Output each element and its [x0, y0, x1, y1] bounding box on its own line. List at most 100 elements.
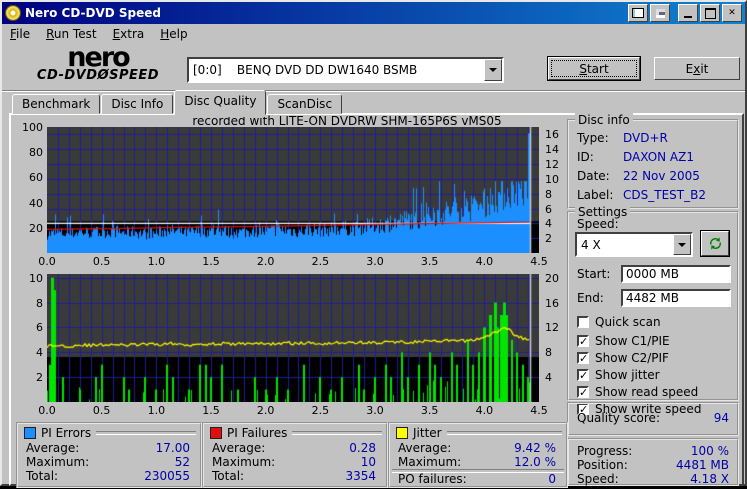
window-title: Nero CD-DVD Speed: [25, 6, 161, 20]
disc-label-label: Label:: [577, 188, 614, 202]
stat-value: 10: [360, 455, 376, 469]
tab-disc-info[interactable]: Disc Info: [101, 94, 174, 114]
chevron-down-icon: [678, 242, 686, 251]
axis-tick-label: 3.0: [366, 255, 384, 268]
checkbox-quick-scan[interactable]: ✓ Quick scan: [577, 315, 661, 329]
checkbox-box[interactable]: ✓: [577, 352, 589, 364]
drive-select[interactable]: [0:0] BENQ DVD DD DW1640 BSMB: [187, 57, 504, 83]
exit-button[interactable]: Ex it: [654, 57, 740, 80]
disc-id-value: DAXON AZ1: [623, 150, 694, 164]
stat-label: Total:: [26, 469, 59, 483]
disc-date-label: Date:: [577, 169, 610, 183]
stat-label: Average:: [398, 441, 452, 455]
speed-readout-value: 4.18 X: [690, 472, 729, 486]
stat-label: Maximum:: [26, 455, 90, 469]
checkbox-box[interactable]: ✓: [577, 335, 589, 347]
settings-group: Settings Speed: 4 X Start: 0000 MB End: …: [567, 205, 739, 416]
app-window: Nero CD-DVD Speed ✕ File Run Test Extra …: [0, 0, 747, 488]
axis-tick-label: 1.5: [202, 255, 220, 268]
save-icon-button[interactable]: [650, 4, 670, 22]
stat-label: Maximum:: [212, 455, 276, 469]
position-label: Position:: [577, 458, 628, 472]
quality-score-value: 94: [713, 411, 729, 425]
po-failures-value: 0: [548, 472, 556, 486]
checkbox-show-read-speed[interactable]: ✓ Show read speed: [577, 385, 698, 399]
menu-run-test[interactable]: Run Test: [38, 25, 104, 43]
checkbox-label: Show read speed: [595, 385, 699, 399]
stat-value: 52: [174, 455, 190, 469]
speed-readout-label: Speed:: [577, 472, 619, 486]
nero-logo: nero CD-DVDØSPEED: [18, 44, 178, 83]
speed-select-value: 4 X: [581, 237, 601, 252]
start-position-input[interactable]: 0000 MB: [621, 265, 731, 283]
po-failures-label: PO failures:: [398, 472, 467, 486]
checkbox-label: Quick scan: [595, 315, 661, 329]
speed-select-dropdown-button[interactable]: [673, 234, 691, 255]
disc-info-title: Disc info: [575, 113, 633, 127]
axis-tick-label: 4.0: [475, 255, 494, 268]
position-value: 4481 MB: [676, 458, 729, 472]
menu-file[interactable]: File: [2, 25, 38, 43]
chevron-down-icon: [489, 68, 497, 76]
stat-label: Maximum:: [398, 455, 462, 469]
app-cd-icon: [5, 5, 21, 21]
menu-help[interactable]: Help: [152, 25, 195, 43]
checkbox-box[interactable]: ✓: [577, 369, 589, 381]
axis-tick-label: 10: [29, 271, 43, 285]
disc-label-value: CDS_TEST_B2: [623, 188, 706, 202]
checkbox-box[interactable]: ✓: [577, 386, 589, 398]
header: nero CD-DVDØSPEED [0:0] BENQ DVD DD DW16…: [2, 44, 745, 91]
axis-tick-label: 2.0: [256, 404, 275, 417]
chart-title: recorded with LITE-ON DVDRW SHM-165P6S v…: [192, 114, 502, 128]
pif-left-axis: 10 8 6 4 2: [11, 271, 43, 402]
refresh-speeds-button[interactable]: [701, 231, 729, 256]
axis-tick-label: 1.5: [202, 404, 220, 417]
floppy-icon: [655, 8, 665, 18]
axis-tick-label: 4.5: [530, 255, 548, 268]
end-position-input[interactable]: 4482 MB: [621, 289, 731, 307]
stat-value: 3354: [345, 469, 376, 483]
jitter-legend-swatch: [396, 427, 408, 439]
menu-extra[interactable]: Extra: [105, 25, 153, 43]
stat-value: 0.28: [349, 441, 376, 455]
start-button[interactable]: Start: [548, 57, 640, 80]
axis-tick-label: 4.0: [475, 404, 494, 417]
maximize-button[interactable]: [700, 4, 720, 22]
tab-scandisc[interactable]: ScanDisc: [267, 94, 343, 114]
titlebar: Nero CD-DVD Speed ✕: [2, 2, 745, 24]
axis-tick-label: 40: [29, 196, 43, 210]
stat-value: 12.0 %: [514, 455, 556, 469]
report-icon-button[interactable]: [628, 4, 648, 22]
checkbox-label: Show C1/PIE: [595, 334, 670, 348]
minimize-button[interactable]: [678, 4, 698, 22]
drive-select-value: [0:0] BENQ DVD DD DW1640 BSMB: [193, 63, 418, 77]
axis-tick-label: 0.5: [92, 404, 111, 417]
drive-select-dropdown-button[interactable]: [484, 59, 502, 81]
tab-benchmark[interactable]: Benchmark: [12, 94, 101, 114]
start-position-label: Start:: [577, 267, 611, 281]
axis-tick-label: 0.5: [92, 255, 111, 268]
disc-type-label: Type:: [577, 131, 609, 145]
tab-strip: Benchmark Disc Info Disc Quality ScanDis…: [12, 90, 343, 115]
checkbox-show-c1-pie[interactable]: ✓ Show C1/PIE: [577, 334, 670, 348]
axis-tick-label: 4: [36, 346, 43, 360]
axis-tick-label: 2.5: [311, 404, 330, 417]
disc-info-group: Disc info Type: DVD+R ID: DAXON AZ1 Date: 2…: [567, 113, 739, 209]
book-icon: [632, 8, 644, 18]
stat-label: Average:: [212, 441, 266, 455]
pif-right-axis: 20 16 12 8 4: [542, 272, 568, 402]
stat-label: Average:: [26, 441, 80, 455]
pi-failures-title: PI Failures: [227, 426, 288, 440]
axis-tick-label: 6: [36, 321, 43, 335]
checkbox-show-c2-pif[interactable]: ✓ Show C2/PIF: [577, 351, 669, 365]
pif-legend-swatch: [210, 427, 222, 439]
maximize-icon: [704, 7, 716, 19]
quality-score-label: Quality score:: [577, 411, 660, 425]
speed-select[interactable]: 4 X: [575, 232, 693, 257]
checkbox-show-jitter[interactable]: ✓ Show jitter: [577, 368, 660, 382]
pie-errors-chart: [47, 127, 539, 253]
checkbox-box[interactable]: ✓: [577, 316, 589, 328]
close-button[interactable]: ✕: [722, 4, 742, 22]
tab-disc-quality[interactable]: Disc Quality: [174, 90, 267, 115]
disc-type-value: DVD+R: [623, 131, 668, 145]
